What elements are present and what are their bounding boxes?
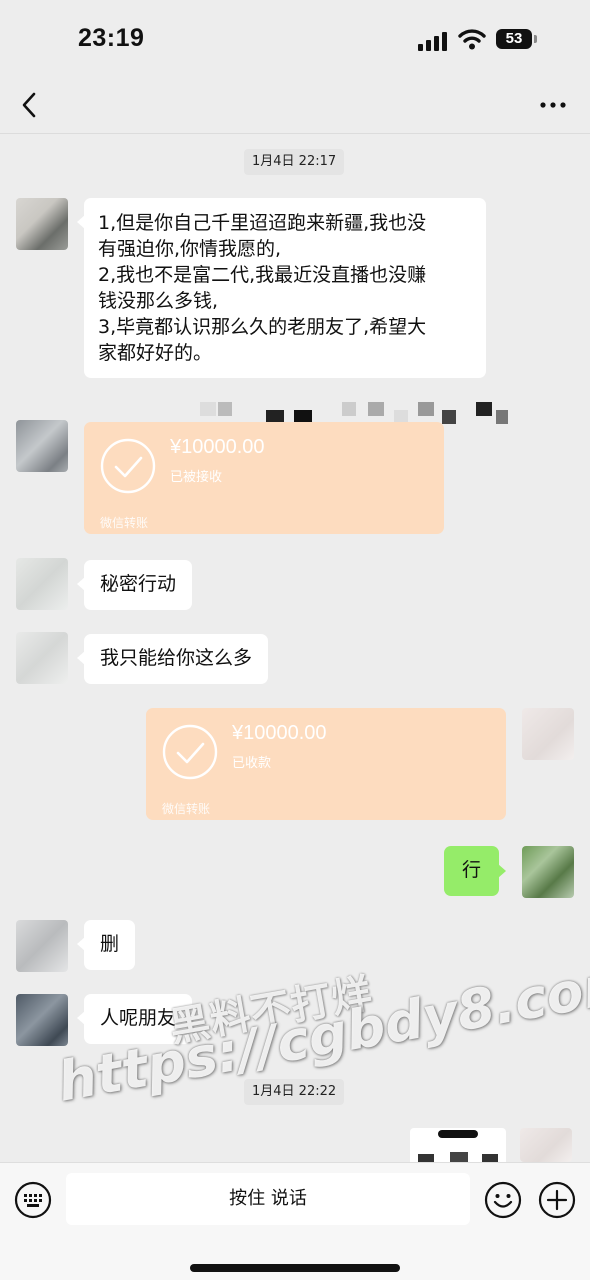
avatar[interactable] [16, 558, 68, 610]
message-bubble[interactable]: 1,但是你自己千里迢迢跑来新疆,我也没 有强迫你,你情我愿的, 2,我也不是富二… [77, 198, 486, 378]
transfer-source: 微信转账 [100, 516, 149, 530]
avatar[interactable] [16, 920, 68, 972]
check-circle-icon [100, 438, 156, 494]
avatar[interactable] [16, 420, 68, 472]
status-time: 23:19 [78, 24, 145, 52]
transfer-card-sent[interactable]: ¥10000.00 已收款 微信转账 [146, 708, 506, 820]
home-indicator [190, 1264, 400, 1272]
signal-icon [418, 32, 447, 51]
message-line: 1,但是你自己千里迢迢跑来新疆,我也没 [98, 212, 427, 234]
battery-nub [534, 35, 537, 43]
emoji-icon[interactable] [484, 1181, 522, 1219]
my-avatar[interactable] [520, 1128, 572, 1162]
transfer-card-received[interactable]: ¥10000.00 已被接收 微信转账 [84, 422, 444, 534]
plus-icon[interactable] [538, 1181, 576, 1219]
my-avatar[interactable] [522, 846, 574, 898]
message-bubble[interactable]: 我只能给你这么多 [76, 634, 269, 684]
transfer-amount: ¥10000.00 [170, 436, 265, 458]
hold-to-talk-button[interactable]: 按住 说话 [66, 1173, 470, 1225]
chat-header [0, 80, 590, 134]
message-bubble[interactable]: 秘密行动 [76, 560, 193, 610]
my-avatar[interactable] [522, 708, 574, 760]
message-bubble[interactable]: 删 [76, 920, 136, 970]
transfer-source: 微信转账 [162, 802, 211, 816]
keyboard-icon[interactable] [14, 1181, 52, 1219]
my-message-bubble[interactable]: 行 [444, 846, 507, 896]
timestamp: 1月4日 22:17 [244, 149, 345, 175]
more-icon[interactable] [538, 100, 568, 110]
message-line: 家都好好的。 [98, 342, 213, 364]
transfer-status: 已收款 [232, 756, 272, 771]
check-circle-icon [162, 724, 218, 780]
message-line: 钱没那么多钱, [98, 290, 219, 312]
wifi-icon [458, 29, 486, 50]
redacted-mosaic [180, 396, 520, 424]
avatar[interactable] [16, 994, 68, 1046]
transfer-amount: ¥10000.00 [232, 722, 327, 744]
message-line: 有强迫你,你情我愿的, [98, 238, 282, 260]
avatar[interactable] [16, 198, 68, 250]
input-bar: 按住 说话 [0, 1162, 590, 1280]
transfer-status: 已被接收 [170, 470, 223, 485]
avatar[interactable] [16, 632, 68, 684]
message-line: 2,我也不是富二代,我最近没直播也没赚 [98, 264, 427, 286]
message-line: 3,毕竟都认识那么久的老朋友了,希望大 [98, 316, 427, 338]
battery-icon: 53 [496, 29, 532, 49]
timestamp: 1月4日 22:22 [244, 1079, 345, 1105]
back-icon[interactable] [18, 90, 42, 120]
status-bar: 23:19 53 [0, 0, 590, 80]
